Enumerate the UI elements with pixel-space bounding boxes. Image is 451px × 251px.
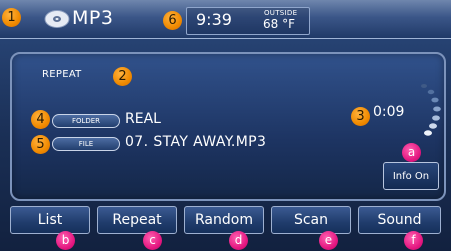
repeat-button[interactable]: Repeat	[97, 206, 177, 234]
callout-f: f	[404, 231, 423, 250]
sound-button[interactable]: Sound	[358, 206, 441, 234]
callout-d: d	[229, 231, 248, 250]
scan-button[interactable]: Scan	[271, 206, 351, 234]
mp3-screen: MP3 9:39 OUTSIDE 68 °F REPEAT FOLDER REA…	[0, 0, 451, 251]
folder-tag: FOLDER	[52, 114, 120, 128]
callout-3: 3	[351, 107, 370, 126]
mode-title: MP3	[72, 7, 114, 29]
callout-2: 2	[113, 67, 132, 86]
file-name: 07. STAY AWAY.MP3	[125, 134, 267, 150]
disc-icon	[44, 10, 70, 28]
info-on-button[interactable]: Info On	[383, 162, 439, 190]
list-button[interactable]: List	[10, 206, 90, 234]
random-button[interactable]: Random	[184, 206, 264, 234]
callout-4: 4	[31, 110, 50, 129]
outside-label: OUTSIDE	[264, 9, 298, 17]
playback-spinner-icon	[421, 84, 441, 136]
callout-e: e	[319, 231, 338, 250]
repeat-status: REPEAT	[42, 69, 82, 80]
folder-name: REAL	[125, 111, 161, 127]
outside-temperature: 68 °F	[263, 17, 295, 31]
callout-c: c	[143, 231, 162, 250]
file-tag: FILE	[52, 137, 120, 151]
clock-time: 9:39	[196, 10, 232, 29]
callout-a: a	[402, 143, 421, 162]
callout-1: 1	[2, 8, 21, 27]
callout-6: 6	[163, 11, 182, 30]
callout-b: b	[56, 231, 75, 250]
callout-5: 5	[31, 135, 50, 154]
